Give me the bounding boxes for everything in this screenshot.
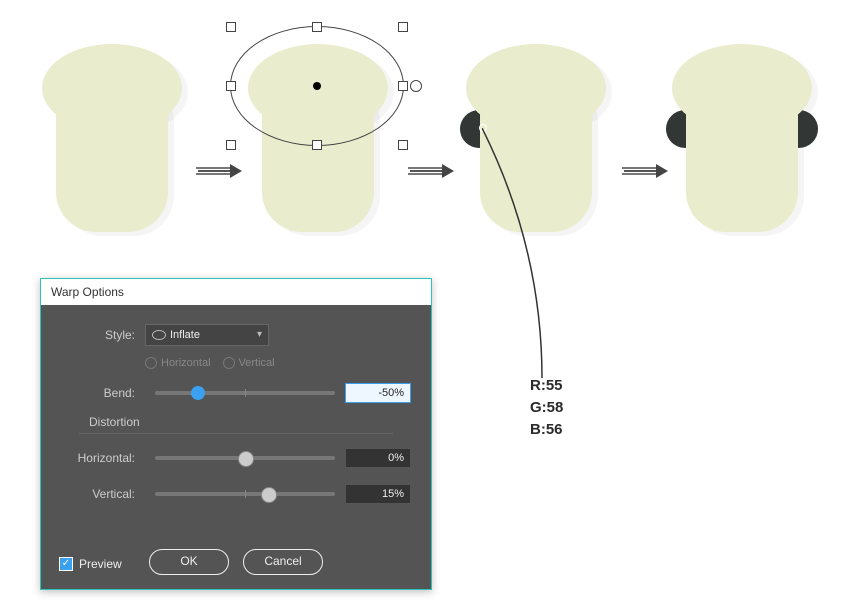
selection-rotation-handle[interactable] (410, 80, 422, 92)
vertical-distortion-label: Vertical: (61, 487, 145, 501)
bend-slider[interactable] (155, 391, 335, 395)
warp-options-dialog: Warp Options Style: Inflate Horizontal V… (40, 278, 432, 590)
distortion-section-label: Distortion (89, 415, 411, 429)
dialog-title: Warp Options (41, 279, 431, 305)
style-select[interactable]: Inflate (145, 324, 269, 346)
selection-handle[interactable] (398, 81, 408, 91)
selection-handle[interactable] (226, 22, 236, 32)
rgb-r: R:55 (530, 375, 563, 397)
selection-bounding-ellipse[interactable] (230, 26, 404, 146)
horizontal-distortion-input[interactable]: 0% (345, 448, 411, 468)
arrow-icon (624, 170, 658, 172)
selection-handle[interactable] (312, 140, 322, 150)
selection-center-handle[interactable] (313, 82, 321, 90)
rgb-b: B:56 (530, 419, 563, 441)
selection-handle[interactable] (312, 22, 322, 32)
vertical-distortion-slider[interactable] (155, 492, 335, 496)
rgb-g: G:58 (530, 397, 563, 419)
orientation-horizontal-radio[interactable]: Horizontal (145, 357, 211, 369)
bend-input[interactable]: -50% (345, 383, 411, 403)
selection-handle[interactable] (398, 22, 408, 32)
style-label: Style: (61, 328, 145, 342)
divider (79, 433, 393, 434)
illustration-panda-4 (672, 34, 812, 234)
rgb-readout: R:55 G:58 B:56 (530, 375, 563, 441)
bend-label: Bend: (61, 386, 145, 400)
arrow-icon (198, 170, 232, 172)
color-sample-point (479, 124, 487, 132)
illustration-panda-3 (466, 34, 606, 234)
orientation-vertical-radio[interactable]: Vertical (223, 357, 275, 369)
vertical-distortion-input[interactable]: 15% (345, 484, 411, 504)
selection-handle[interactable] (226, 140, 236, 150)
arrow-icon (410, 170, 444, 172)
horizontal-distortion-label: Horizontal: (61, 451, 145, 465)
ok-button[interactable]: OK (149, 549, 229, 575)
selection-handle[interactable] (226, 81, 236, 91)
selection-handle[interactable] (398, 140, 408, 150)
cancel-button[interactable]: Cancel (243, 549, 323, 575)
horizontal-distortion-slider[interactable] (155, 456, 335, 460)
illustration-panda-1 (42, 34, 182, 234)
